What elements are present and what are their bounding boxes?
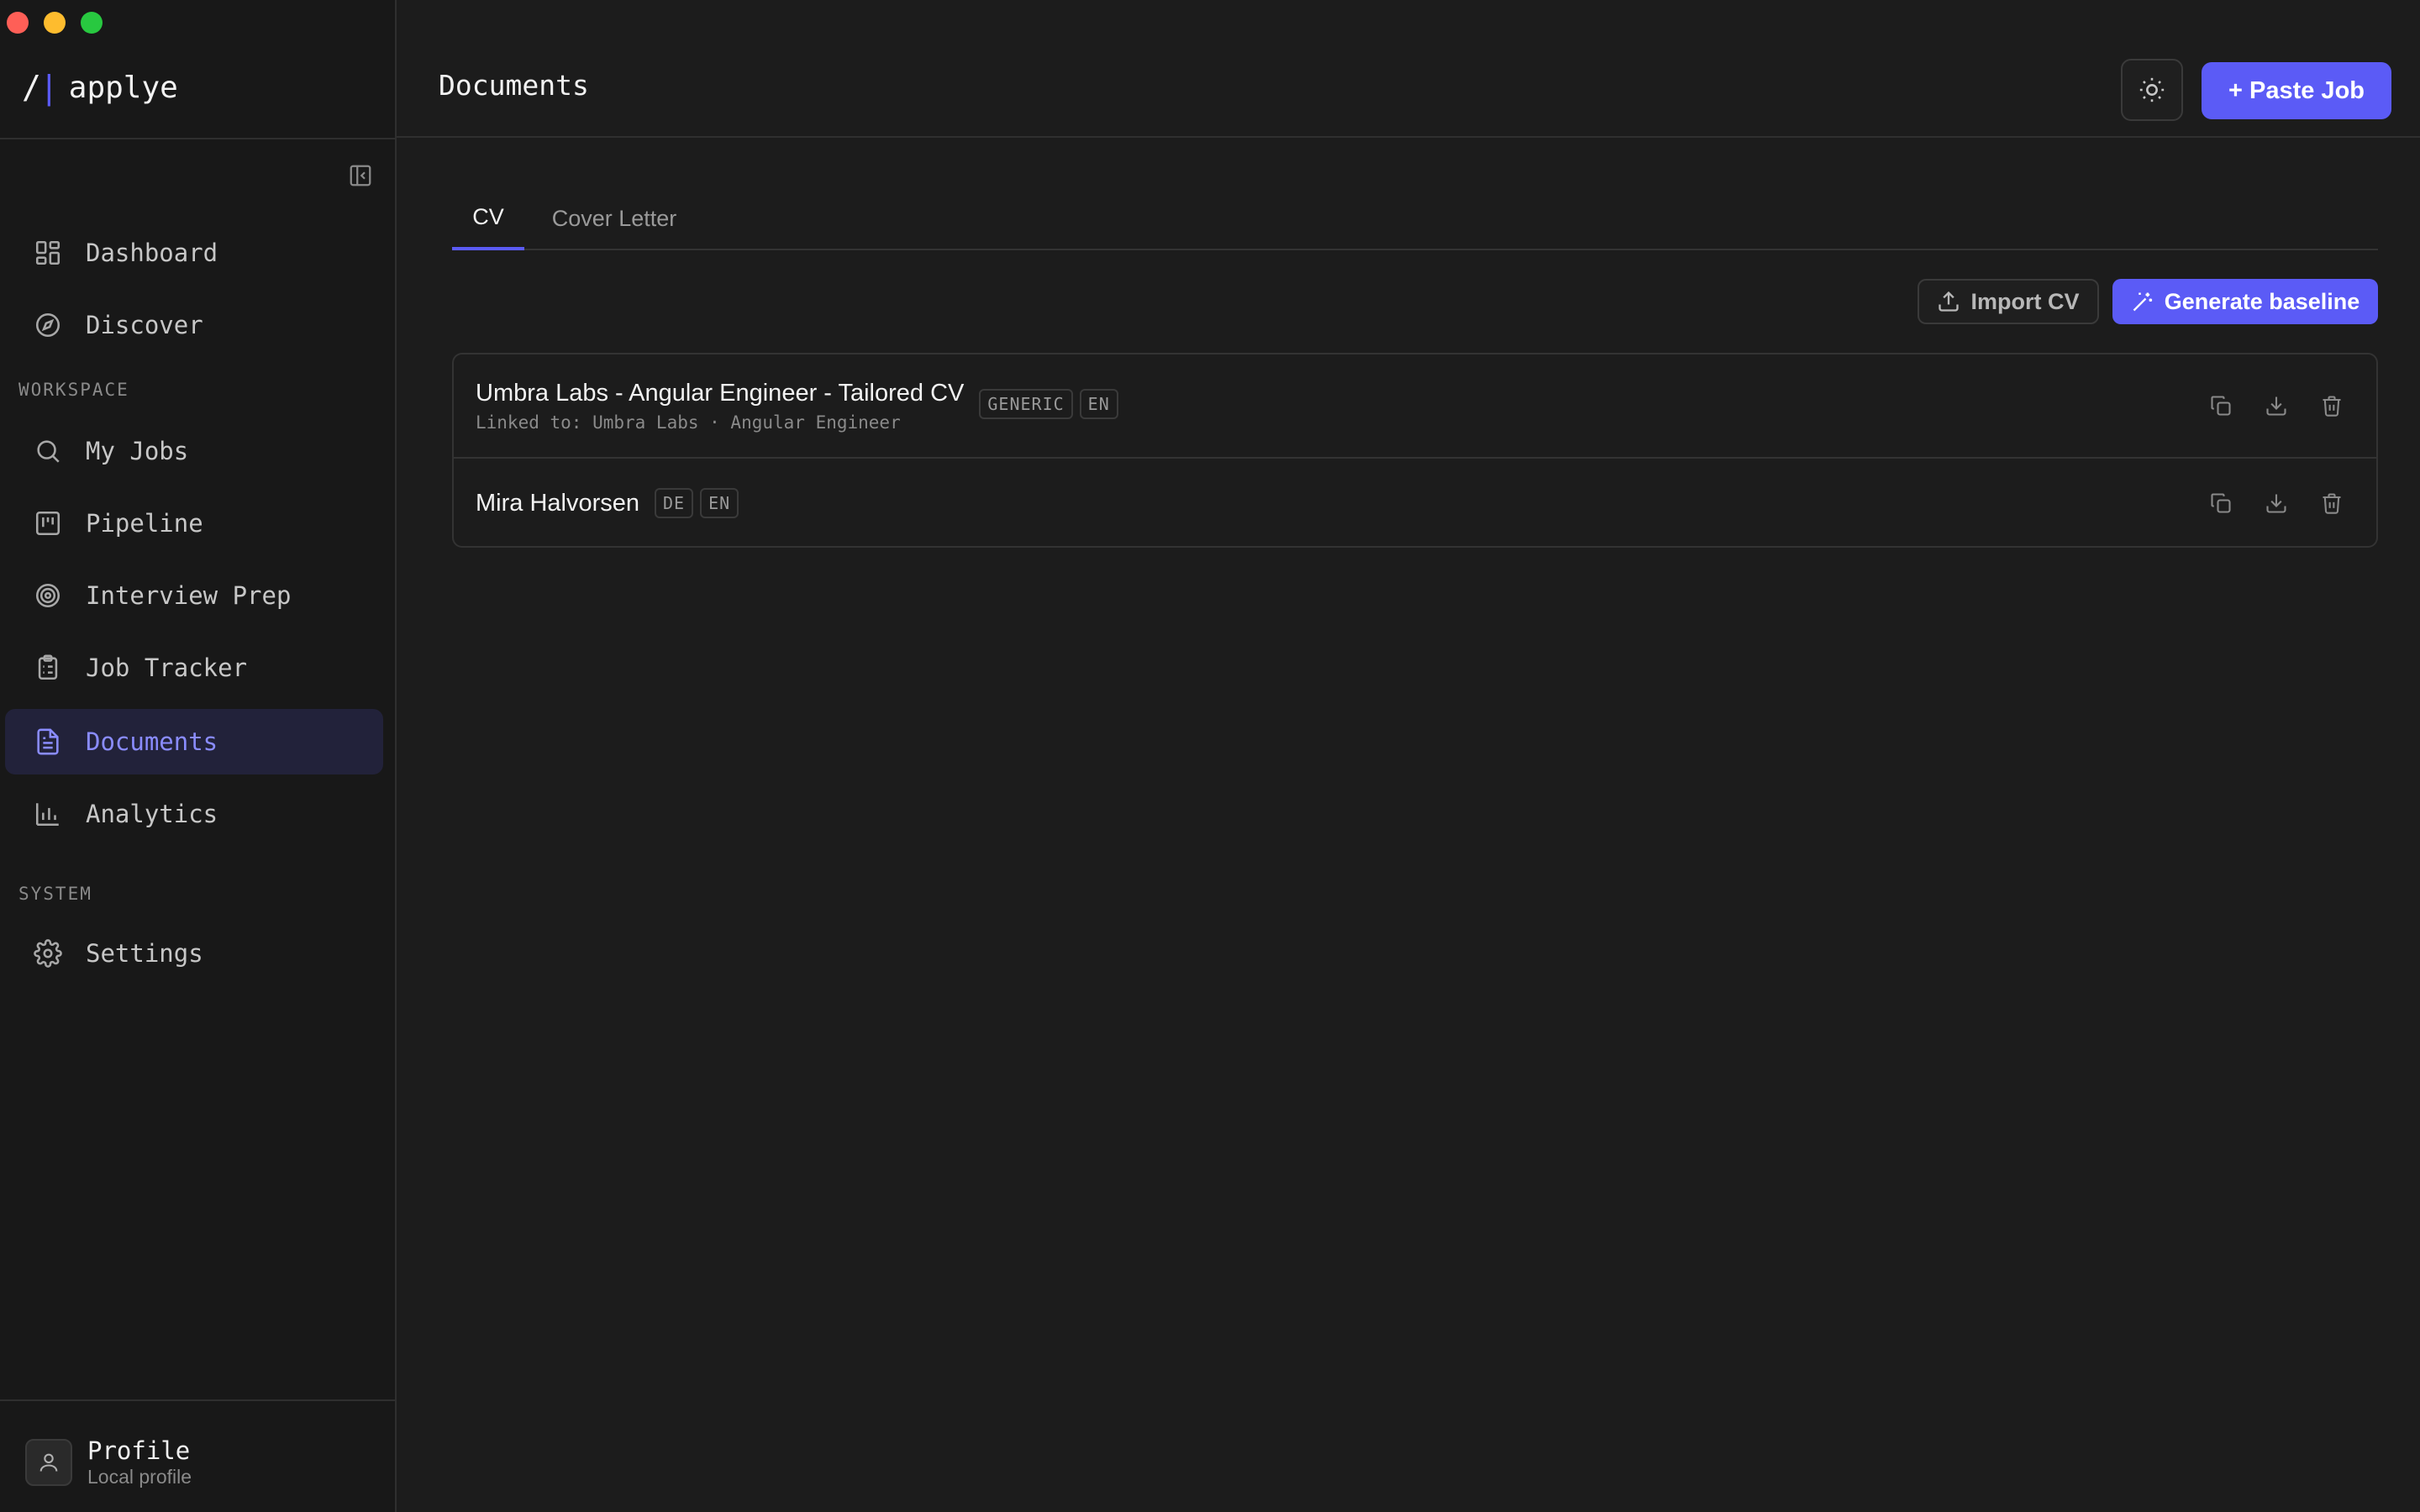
minimize-window-button[interactable] bbox=[44, 12, 66, 34]
top-header: Documents + Paste Job bbox=[397, 0, 2420, 138]
nav-section-workspace: WORKSPACE bbox=[18, 380, 129, 400]
generate-baseline-button[interactable]: Generate baseline bbox=[2112, 279, 2378, 324]
target-icon bbox=[35, 583, 60, 608]
copy-icon bbox=[2211, 396, 2231, 416]
sidebar-item-job-tracker[interactable]: Job Tracker bbox=[5, 635, 383, 701]
import-cv-label: Import CV bbox=[1970, 288, 2080, 314]
sidebar-collapse-icon bbox=[350, 165, 371, 186]
sidebar-item-settings[interactable]: Settings bbox=[5, 921, 383, 986]
copy-icon bbox=[2211, 493, 2231, 513]
tab-cover-letter[interactable]: Cover Letter bbox=[543, 186, 686, 250]
maximize-window-button[interactable] bbox=[81, 12, 103, 34]
sidebar-item-label: My Jobs bbox=[86, 437, 189, 465]
sidebar-item-label: Discover bbox=[86, 311, 203, 339]
window-controls bbox=[7, 12, 103, 34]
download-icon bbox=[2266, 396, 2286, 416]
delete-button[interactable] bbox=[2317, 489, 2346, 517]
sidebar-item-label: Interview Prep bbox=[86, 581, 292, 610]
document-title: Mira Halvorsen bbox=[476, 489, 639, 517]
sidebar-item-analytics[interactable]: Analytics bbox=[5, 781, 383, 847]
list-item[interactable]: Mira Halvorsen DE EN bbox=[454, 459, 2376, 548]
document-badge: EN bbox=[700, 488, 739, 518]
list-item[interactable]: Umbra Labs - Angular Engineer - Tailored… bbox=[454, 354, 2376, 459]
sun-icon bbox=[2139, 77, 2165, 102]
document-linked-job: Linked to: Umbra Labs · Angular Engineer bbox=[476, 412, 901, 433]
gear-icon bbox=[34, 939, 62, 968]
paste-job-button[interactable]: + Paste Job bbox=[2202, 62, 2391, 119]
brand-mark-icon: /| bbox=[22, 69, 59, 106]
file-text-icon bbox=[37, 728, 59, 755]
app-window: /| applye Dashboard Discover WORKSPACE M… bbox=[0, 0, 2420, 1512]
generate-baseline-label: Generate baseline bbox=[2164, 288, 2360, 314]
trash-icon bbox=[2323, 493, 2341, 514]
sidebar-item-my-jobs[interactable]: My Jobs bbox=[5, 418, 383, 484]
magic-wand-icon bbox=[2133, 292, 2152, 312]
sidebar-item-discover[interactable]: Discover bbox=[5, 292, 383, 358]
nav-section-system: SYSTEM bbox=[18, 884, 92, 904]
sidebar-item-label: Documents bbox=[86, 727, 218, 756]
document-title: Umbra Labs - Angular Engineer - Tailored… bbox=[476, 379, 965, 407]
search-icon bbox=[37, 440, 60, 463]
clipboard-list-icon bbox=[38, 654, 58, 680]
profile-subtitle: Local profile bbox=[87, 1466, 192, 1488]
document-list: Umbra Labs - Angular Engineer - Tailored… bbox=[452, 353, 2378, 548]
download-button[interactable] bbox=[2262, 391, 2291, 420]
sidebar-item-label: Analytics bbox=[86, 800, 218, 828]
download-button[interactable] bbox=[2262, 489, 2291, 517]
kanban-icon bbox=[35, 511, 60, 536]
dashboard-icon bbox=[35, 240, 60, 265]
trash-icon bbox=[2323, 396, 2341, 417]
delete-button[interactable] bbox=[2317, 391, 2346, 420]
document-badge: GENERIC bbox=[979, 389, 1073, 419]
tab-cv[interactable]: CV bbox=[452, 186, 524, 250]
sidebar-item-interview-prep[interactable]: Interview Prep bbox=[5, 563, 383, 628]
sidebar: /| applye Dashboard Discover WORKSPACE M… bbox=[0, 0, 397, 1512]
bar-chart-icon bbox=[35, 803, 59, 827]
download-icon bbox=[2266, 494, 2286, 513]
profile-button[interactable]: Profile Local profile bbox=[25, 1436, 192, 1488]
sidebar-divider bbox=[0, 138, 397, 139]
sidebar-item-label: Dashboard bbox=[86, 239, 218, 267]
document-badge: DE bbox=[655, 488, 694, 518]
collapse-sidebar-button[interactable] bbox=[346, 161, 375, 190]
sidebar-item-label: Pipeline bbox=[86, 509, 203, 538]
duplicate-button[interactable] bbox=[2207, 391, 2235, 420]
compass-icon bbox=[35, 312, 60, 338]
duplicate-button[interactable] bbox=[2207, 489, 2235, 517]
brand-name: applye bbox=[68, 70, 178, 105]
avatar bbox=[25, 1439, 72, 1486]
upload-icon bbox=[1939, 291, 1960, 312]
page-title: Documents bbox=[439, 69, 589, 102]
sidebar-item-pipeline[interactable]: Pipeline bbox=[5, 491, 383, 556]
theme-toggle-button[interactable] bbox=[2121, 59, 2183, 121]
close-window-button[interactable] bbox=[7, 12, 29, 34]
sidebar-item-label: Job Tracker bbox=[86, 654, 248, 682]
document-badge: EN bbox=[1079, 389, 1118, 419]
sidebar-item-label: Settings bbox=[86, 939, 203, 968]
brand-logo[interactable]: /| applye bbox=[22, 69, 178, 106]
document-tabs: CV Cover Letter bbox=[452, 186, 2378, 250]
import-cv-button[interactable]: Import CV bbox=[1918, 279, 2099, 324]
sidebar-item-dashboard[interactable]: Dashboard bbox=[5, 220, 383, 286]
user-icon bbox=[39, 1453, 58, 1472]
profile-name: Profile bbox=[87, 1436, 191, 1465]
sidebar-item-documents[interactable]: Documents bbox=[5, 709, 383, 774]
profile-divider bbox=[0, 1399, 397, 1401]
